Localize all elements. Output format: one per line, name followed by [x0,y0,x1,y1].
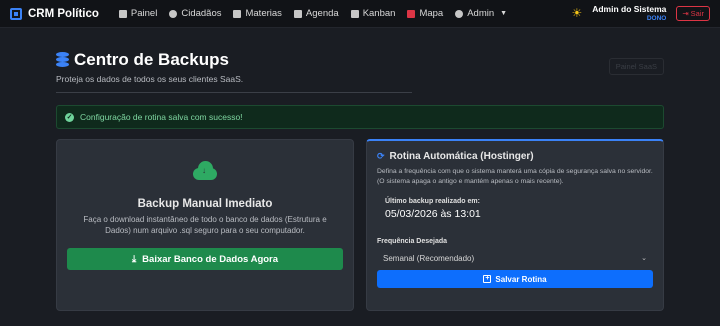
brand[interactable]: CRM Político [10,7,99,20]
routine-title: ⟳ Rotina Automática (Hostinger) [377,151,653,162]
last-backup-label: Último backup realizado em: [385,198,480,206]
manual-backup-description: Faça o download instantâneo de todo o ba… [83,215,327,236]
brand-logo-icon [10,7,22,20]
people-icon [169,9,178,18]
saas-panel-button[interactable]: Painel SaaS [608,58,664,75]
nav-item-label: Kanban [362,8,396,19]
nav-item-admin[interactable]: Admin ▼ [455,8,507,19]
auto-routine-card: ⟳ Rotina Automática (Hostinger) Defina a… [366,139,664,311]
logout-label: Sair [690,8,704,18]
routine-description: Defina a frequência com que o sistema ma… [377,168,653,185]
caret-down-icon: ▼ [500,10,508,17]
nav-item-cidadaos[interactable]: Cidadãos [169,8,221,19]
nav-item-label: Mapa [419,8,444,19]
main-content: Centro de Backups Proteja os dados de to… [56,28,664,311]
page-subtitle: Proteja os dados de todos os seus client… [56,74,244,84]
cloud-download-icon: ↓ [190,160,220,182]
brand-name: CRM Político [28,7,99,20]
nav-item-label: Painel [130,8,158,19]
save-routine-button[interactable]: + Salvar Rotina [377,270,653,289]
nav-item-label: Cidadãos [181,8,222,19]
save-routine-label: Salvar Rotina [495,274,547,284]
map-icon [407,9,416,18]
save-icon: + [483,275,492,284]
user-name: Admin do Sistema [592,4,667,15]
logout-icon: ⇥ [682,8,689,18]
nav-right: ☀ Admin do Sistema DONO ⇥ Sair [571,4,710,22]
check-circle-icon: ✓ [65,112,74,122]
sync-icon: ⟳ [377,151,385,161]
calendar-icon [293,9,302,18]
nav-item-materias[interactable]: Materias [233,8,282,19]
page-title: Centro de Backups [56,50,664,70]
download-database-button[interactable]: ⤓ Baixar Banco de Dados Agora [67,248,343,271]
user-info: Admin do Sistema DONO [592,4,667,22]
nav-item-mapa[interactable]: Mapa [407,8,443,19]
chevron-down-icon: ⌄ [641,255,647,263]
manual-backup-card: ↓ Backup Manual Imediato Faça o download… [56,139,354,311]
user-role: DONO [646,14,667,22]
nav-item-agenda[interactable]: Agenda [293,8,339,19]
divider [56,92,412,93]
success-alert: ✓ Configuração de rotina salva com suces… [56,105,664,129]
nav-item-label: Admin [467,8,495,19]
download-button-label: Baixar Banco de Dados Agora [142,253,279,265]
alert-message: Configuração de rotina salva com sucesso… [80,112,243,122]
frequency-select[interactable]: Semanal (Recomendado) ⌄ [377,249,653,267]
sun-icon[interactable]: ☀ [571,6,582,20]
page-header: Centro de Backups Proteja os dados de to… [56,50,664,93]
kanban-icon [350,9,359,18]
grid-icon [118,9,127,18]
nav-item-label: Materias [245,8,282,19]
routine-title-text: Rotina Automática (Hostinger) [389,151,534,162]
frequency-label: Frequência Desejada [377,238,448,246]
main-nav: Painel Cidadãos Materias Agenda Kanban M… [118,8,507,19]
document-icon [233,9,242,18]
nav-item-kanban[interactable]: Kanban [350,8,396,19]
database-icon [56,52,69,68]
top-navbar: CRM Político Painel Cidadãos Materias Ag… [0,0,720,28]
frequency-select-value: Semanal (Recomendado) [383,253,475,263]
cards-row: ↓ Backup Manual Imediato Faça o download… [56,139,664,311]
page-title-text: Centro de Backups [74,50,229,69]
download-icon: ⤓ [131,253,137,265]
nav-item-label: Agenda [305,8,339,19]
nav-item-painel[interactable]: Painel [118,8,158,19]
manual-backup-title: Backup Manual Imediato [137,198,273,210]
shield-icon [455,9,464,18]
last-backup-value: 05/03/2026 às 13:01 [385,208,481,221]
logout-button[interactable]: ⇥ Sair [676,5,710,21]
